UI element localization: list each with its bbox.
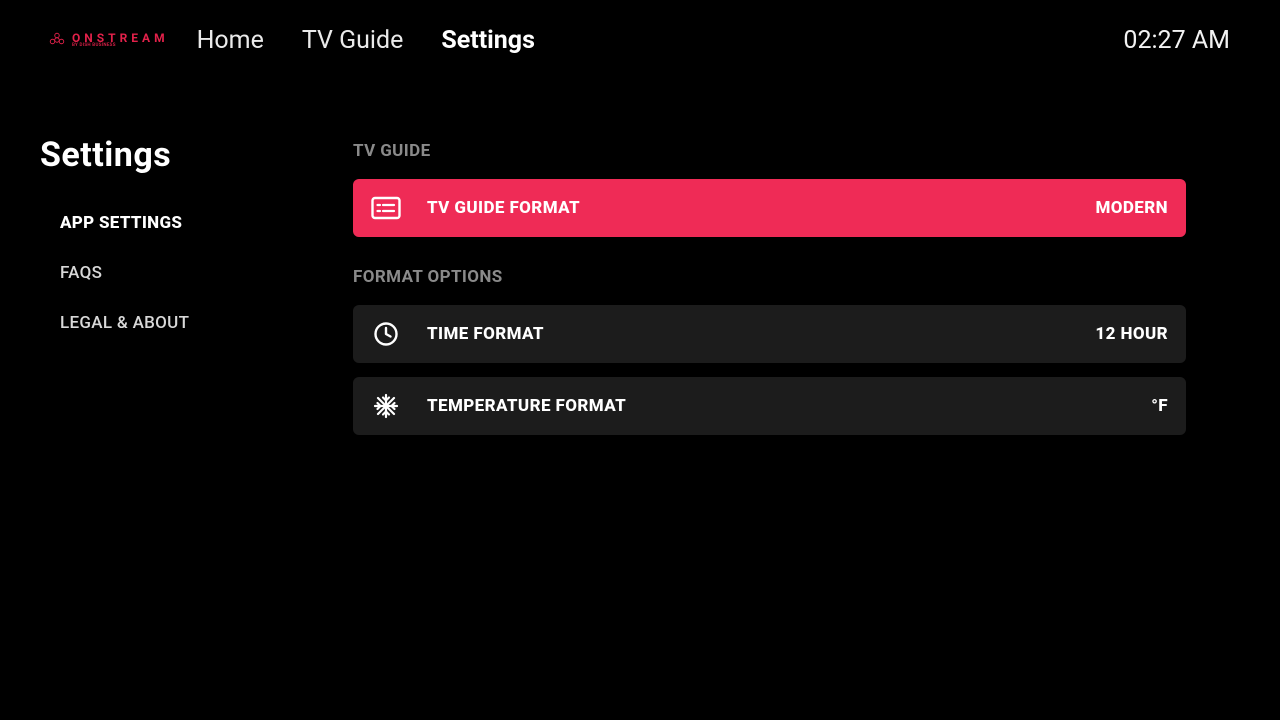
- row-temperature-format[interactable]: TEMPERATURE FORMAT °F: [353, 377, 1186, 435]
- row-label: TV GUIDE FORMAT: [427, 198, 1095, 218]
- top-nav: Home TV Guide Settings: [197, 26, 535, 55]
- section-label-format-options: FORMAT OPTIONS: [353, 267, 1186, 287]
- nav-tv-guide[interactable]: TV Guide: [302, 26, 403, 55]
- clock: 02:27 AM: [1123, 26, 1230, 55]
- page-title: Settings: [40, 135, 353, 175]
- nav-home[interactable]: Home: [197, 26, 264, 55]
- nav-settings[interactable]: Settings: [441, 26, 535, 55]
- row-tv-guide-format[interactable]: TV GUIDE FORMAT MODERN: [353, 179, 1186, 237]
- sidebar-item-faqs[interactable]: FAQS: [60, 263, 353, 283]
- settings-main: TV GUIDE TV GUIDE FORMAT MODERN FORMAT O…: [353, 135, 1280, 449]
- sidebar-item-app-settings[interactable]: APP SETTINGS: [60, 213, 353, 233]
- row-time-format[interactable]: TIME FORMAT 12 HOUR: [353, 305, 1186, 363]
- logo-sub: BY DISH BUSINESS: [72, 44, 169, 49]
- guide-icon: [369, 191, 403, 225]
- row-label: TEMPERATURE FORMAT: [427, 396, 1151, 416]
- logo-hex-icon: [48, 31, 66, 49]
- settings-sidebar: Settings APP SETTINGS FAQS LEGAL & ABOUT: [40, 135, 353, 449]
- section-label-tv-guide: TV GUIDE: [353, 141, 1186, 161]
- row-value: 12 HOUR: [1095, 324, 1168, 344]
- snowflake-icon: [369, 389, 403, 423]
- logo-word: ONSTREAM: [72, 32, 169, 44]
- header: ONSTREAM BY DISH BUSINESS Home TV Guide …: [0, 0, 1280, 80]
- brand-logo: ONSTREAM BY DISH BUSINESS: [48, 31, 169, 49]
- clock-icon: [369, 317, 403, 351]
- row-value: MODERN: [1095, 198, 1168, 218]
- row-label: TIME FORMAT: [427, 324, 1095, 344]
- sidebar-item-legal-about[interactable]: LEGAL & ABOUT: [60, 313, 353, 333]
- row-value: °F: [1151, 396, 1168, 416]
